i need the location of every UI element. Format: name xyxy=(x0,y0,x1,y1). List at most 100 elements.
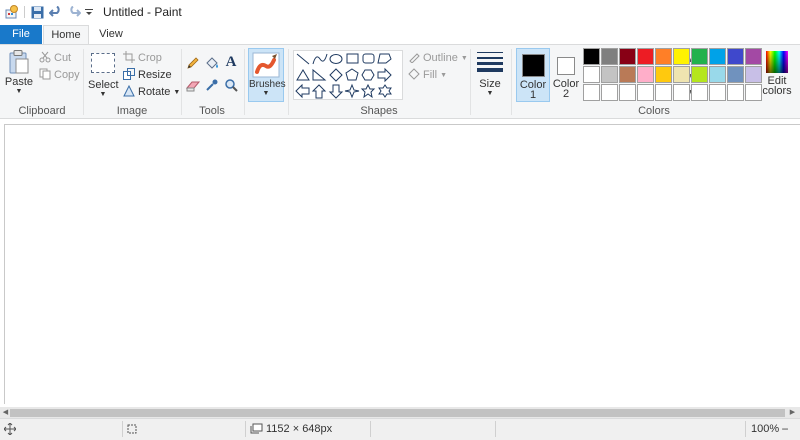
undo-icon[interactable] xyxy=(48,4,64,20)
status-divider xyxy=(495,421,496,437)
color-picker-icon[interactable] xyxy=(203,76,221,94)
palette-swatch[interactable] xyxy=(583,84,600,101)
palette-swatch[interactable] xyxy=(673,84,690,101)
outline-dropdown-icon: ▼ xyxy=(460,54,468,62)
window-title: Untitled - Paint xyxy=(103,5,182,19)
customize-dropdown-icon[interactable] xyxy=(84,4,94,20)
brush-icon xyxy=(252,52,280,78)
cut-label: Cut xyxy=(54,52,72,64)
group-separator xyxy=(511,49,512,115)
select-button[interactable]: Select ▼ xyxy=(88,49,119,101)
zoom-out-button[interactable]: − xyxy=(780,421,790,437)
select-icon xyxy=(91,53,115,73)
crop-label: Crop xyxy=(138,52,162,64)
paste-icon xyxy=(8,49,30,75)
brushes-button[interactable]: Brushes ▼ xyxy=(248,48,286,102)
edit-colors-button[interactable]: Edit colors xyxy=(760,49,794,103)
save-icon[interactable] xyxy=(29,4,45,20)
tab-file[interactable]: File xyxy=(0,25,42,44)
palette-swatch[interactable] xyxy=(655,84,672,101)
crop-button[interactable]: Crop xyxy=(123,50,162,66)
group-separator xyxy=(288,49,289,115)
brushes-label: Brushes xyxy=(249,79,286,90)
status-divider xyxy=(370,421,371,437)
color2-button[interactable]: Color 2 xyxy=(552,49,580,103)
palette-swatch[interactable] xyxy=(673,48,690,65)
group-separator xyxy=(470,49,471,115)
status-divider xyxy=(245,421,246,437)
fill-dropdown-icon: ▼ xyxy=(440,71,447,79)
clipboard-group-label: Clipboard xyxy=(18,105,66,117)
palette-swatch[interactable] xyxy=(637,48,654,65)
palette-swatch[interactable] xyxy=(709,66,726,83)
palette-swatch[interactable] xyxy=(583,48,600,65)
color1-label: Color 1 xyxy=(519,79,547,101)
fill-label: Fill xyxy=(423,69,438,81)
palette-swatch[interactable] xyxy=(691,84,708,101)
pencil-icon[interactable] xyxy=(184,54,202,72)
palette-swatch[interactable] xyxy=(691,66,708,83)
fill-button[interactable]: Fill ▼ xyxy=(408,67,447,83)
crop-icon xyxy=(123,50,135,66)
tab-home[interactable]: Home xyxy=(43,25,89,45)
palette-swatch[interactable] xyxy=(619,84,636,101)
size-icon xyxy=(477,50,503,72)
palette-swatch[interactable] xyxy=(637,66,654,83)
redo-icon[interactable] xyxy=(66,4,82,20)
rotate-button[interactable]: Rotate ▼ xyxy=(123,84,180,100)
group-separator xyxy=(83,49,84,115)
ribbon: Paste ▼ Cut Copy Clipboard Select ▼ Crop… xyxy=(0,44,800,119)
image-dimensions: 1152 × 648px xyxy=(266,423,333,435)
paste-button[interactable]: Paste ▼ xyxy=(4,49,34,101)
palette-swatch[interactable] xyxy=(655,66,672,83)
paint-app-icon[interactable] xyxy=(4,4,20,20)
palette-swatch[interactable] xyxy=(727,66,744,83)
eraser-icon[interactable] xyxy=(184,77,202,95)
color1-button[interactable]: Color 1 xyxy=(516,48,550,102)
fill-icon[interactable] xyxy=(203,54,221,72)
color1-swatch xyxy=(522,54,545,77)
palette-swatch[interactable] xyxy=(709,84,726,101)
scroll-right-icon[interactable]: ▶ xyxy=(788,407,797,418)
resize-button[interactable]: Resize xyxy=(123,67,172,83)
copy-icon xyxy=(39,68,51,83)
canvas-left-edge xyxy=(4,124,5,404)
canvas-area[interactable] xyxy=(0,120,800,407)
palette-swatch[interactable] xyxy=(619,66,636,83)
scroll-left-icon[interactable]: ◀ xyxy=(1,407,10,418)
colors-group-label: Colors xyxy=(638,105,670,117)
palette-swatch[interactable] xyxy=(583,66,600,83)
image-group-label: Image xyxy=(116,105,148,117)
palette-swatch[interactable] xyxy=(655,48,672,65)
magnifier-icon[interactable] xyxy=(222,76,240,94)
text-icon[interactable]: A xyxy=(222,53,240,71)
palette-swatch[interactable] xyxy=(601,66,618,83)
palette-swatch[interactable] xyxy=(691,48,708,65)
status-divider xyxy=(745,421,746,437)
outline-label: Outline xyxy=(423,52,458,64)
status-bar xyxy=(0,418,800,440)
outline-button[interactable]: Outline ▼ xyxy=(408,50,468,66)
ribbon-tabs: File Home View xyxy=(0,25,800,45)
palette-swatch[interactable] xyxy=(601,84,618,101)
palette-swatch[interactable] xyxy=(637,84,654,101)
paste-dropdown-icon: ▼ xyxy=(15,88,23,95)
size-button[interactable]: Size ▼ xyxy=(474,49,506,101)
tab-view[interactable]: View xyxy=(89,25,133,44)
copy-button[interactable]: Copy xyxy=(39,67,80,83)
group-separator xyxy=(244,49,245,115)
palette-swatch[interactable] xyxy=(727,84,744,101)
paste-label: Paste xyxy=(4,76,34,88)
cursor-position-icon xyxy=(3,422,17,438)
palette-swatch[interactable] xyxy=(601,48,618,65)
cut-button[interactable]: Cut xyxy=(39,50,71,66)
color2-swatch xyxy=(557,57,575,75)
palette-swatch[interactable] xyxy=(727,48,744,65)
edit-colors-label: Edit colors xyxy=(762,75,792,97)
palette-swatch[interactable] xyxy=(673,66,690,83)
horizontal-scrollbar-thumb[interactable] xyxy=(10,409,785,417)
rotate-label: Rotate xyxy=(138,86,171,98)
color2-label: Color 2 xyxy=(552,78,580,100)
palette-swatch[interactable] xyxy=(619,48,636,65)
palette-swatch[interactable] xyxy=(709,48,726,65)
